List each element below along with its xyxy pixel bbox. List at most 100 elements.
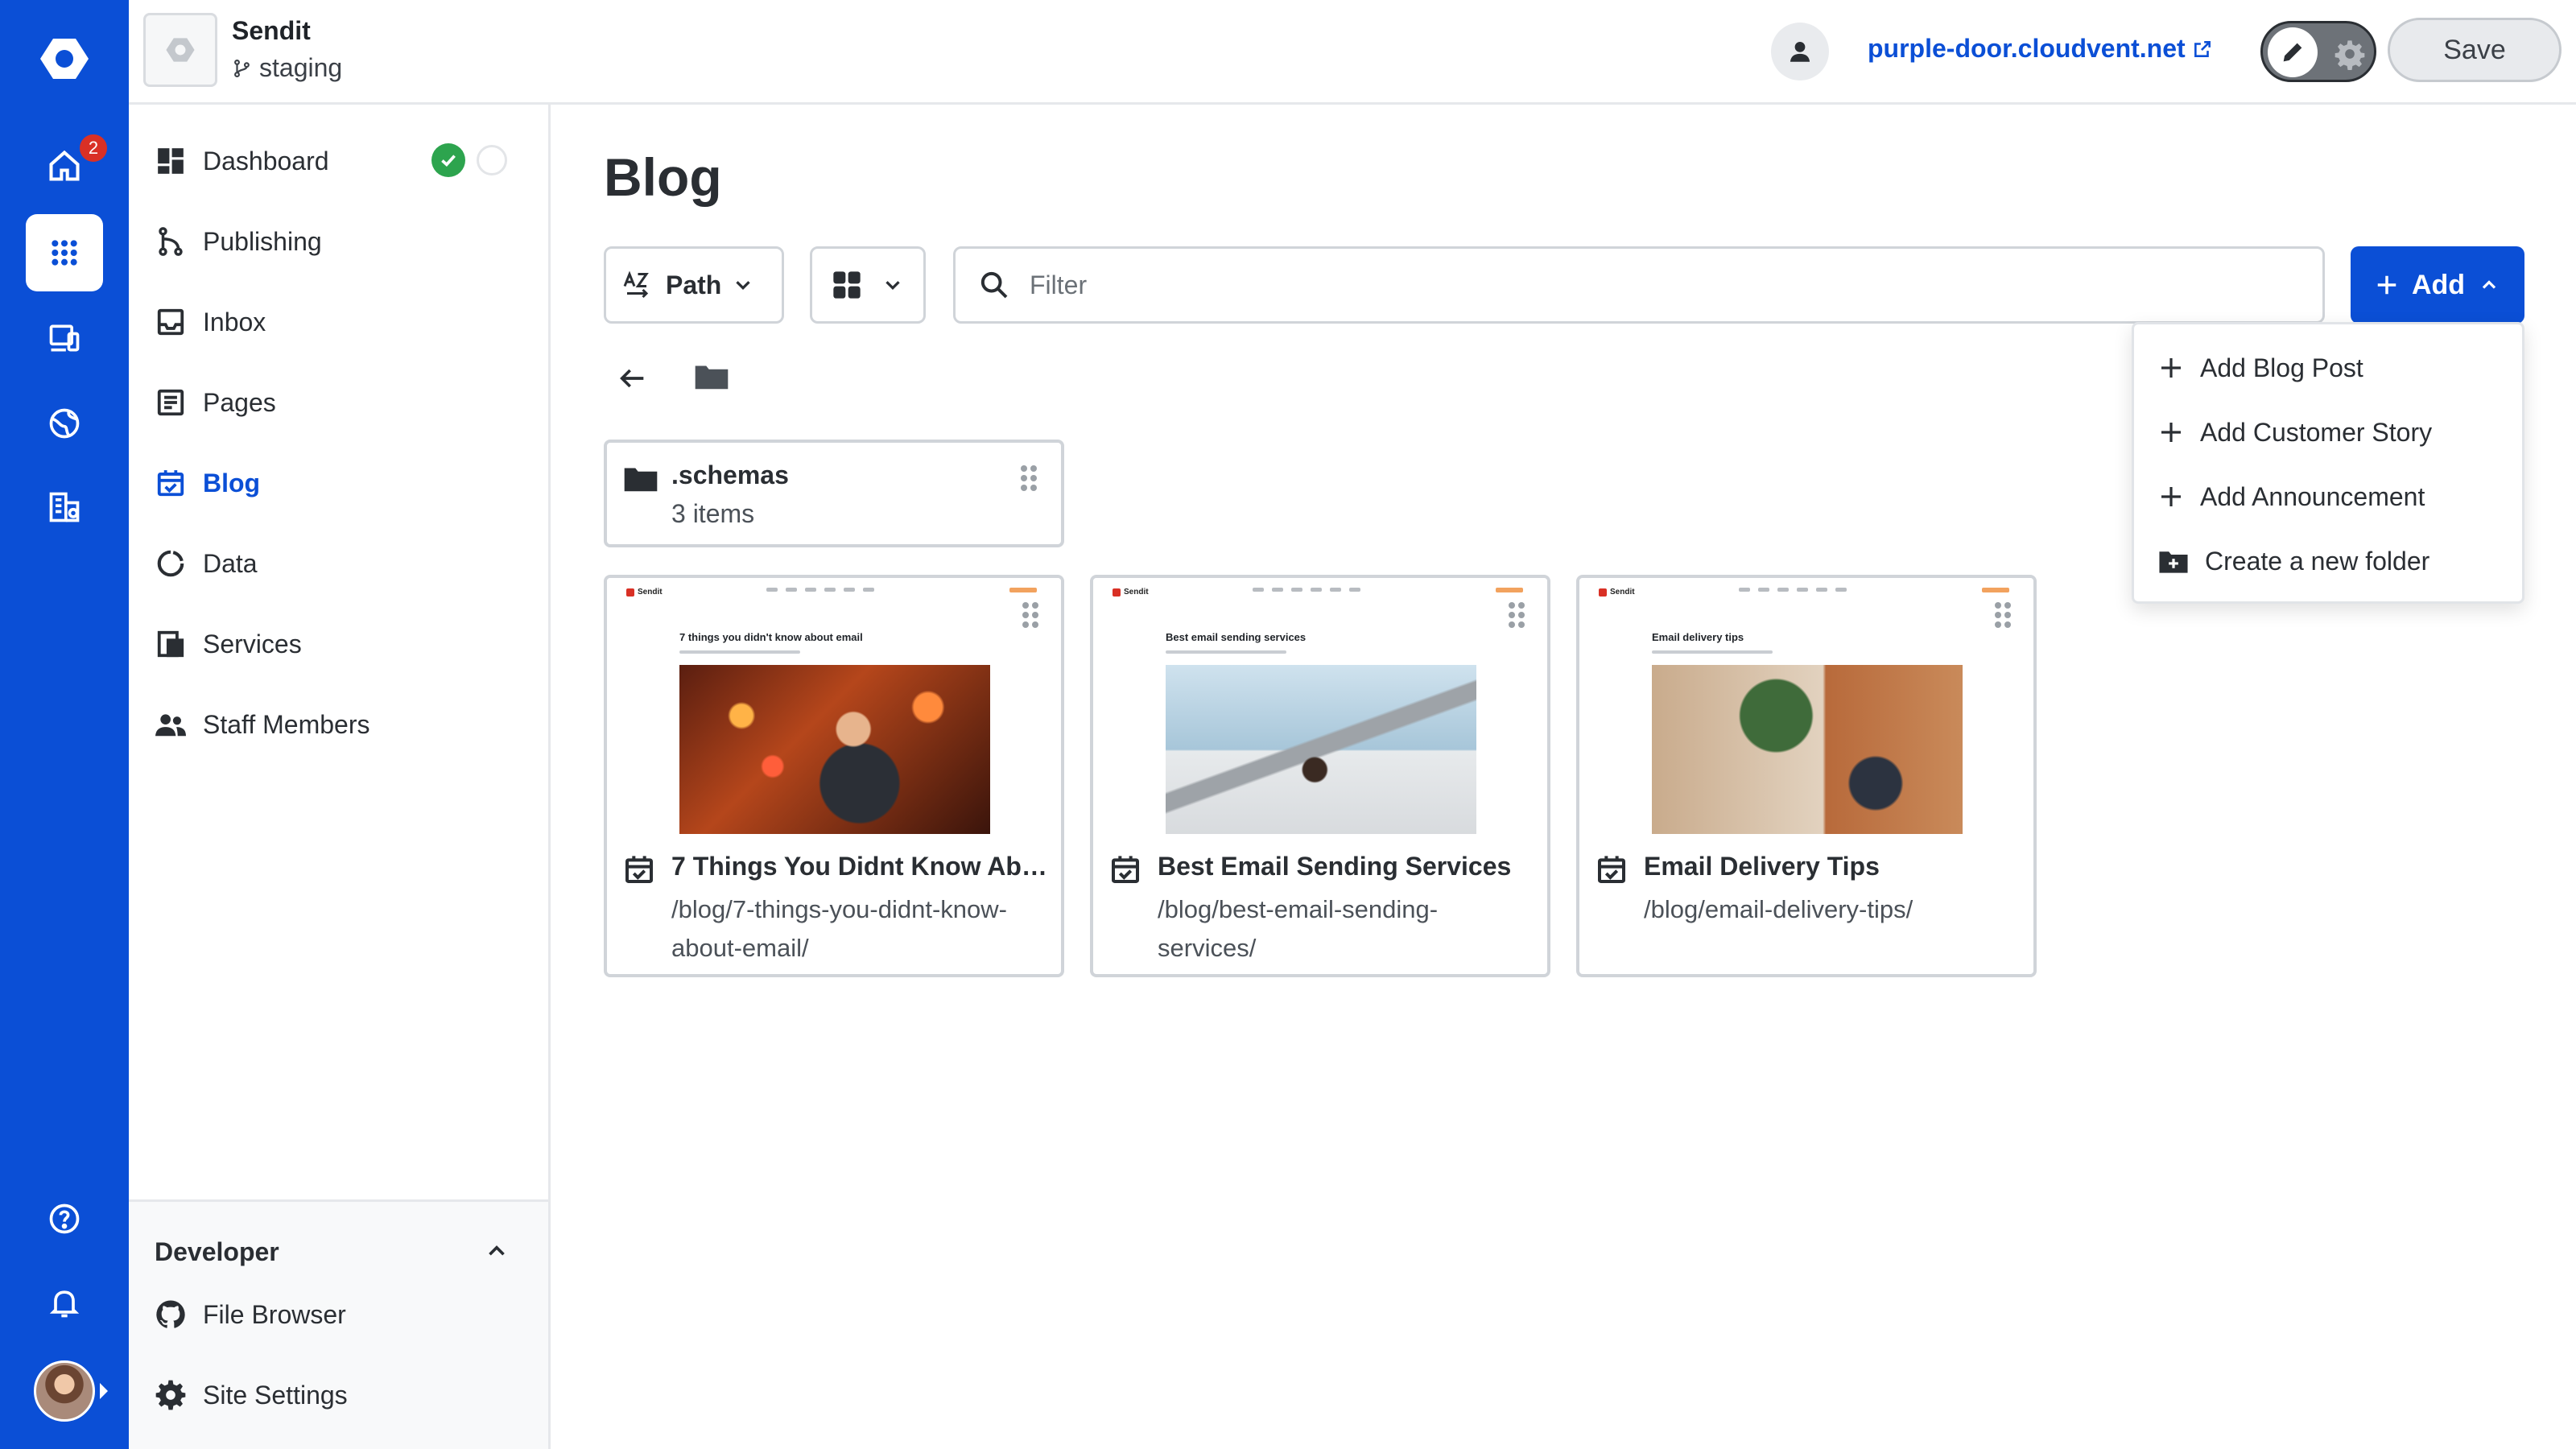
post-path: /blog/email-delivery-tips/ [1644, 895, 1913, 923]
filter-field[interactable] [953, 246, 2325, 324]
main-content: Blog Path Add Add [551, 105, 2576, 1449]
preview-meta [679, 650, 800, 654]
folder-icon[interactable] [694, 361, 729, 393]
filter-input[interactable] [1030, 270, 2237, 300]
sidebar-item-blog[interactable]: Blog [153, 459, 260, 507]
preview-nav [766, 588, 874, 592]
preview-image [679, 665, 990, 834]
sidebar-item-site-settings[interactable]: Site Settings [153, 1371, 348, 1419]
apps-button[interactable] [26, 214, 103, 291]
menu-item-add-blog-post[interactable]: Add Blog Post [2158, 342, 2363, 394]
menu-item-create-folder[interactable]: Create a new folder [2158, 535, 2429, 587]
globe-icon [47, 406, 82, 441]
add-label: Add [2411, 269, 2466, 300]
sidebar-item-file-browser[interactable]: File Browser [153, 1290, 346, 1339]
caret-right-icon[interactable] [100, 1383, 108, 1399]
globe-button[interactable] [26, 385, 103, 462]
sidebar-item-pages[interactable]: Pages [153, 378, 276, 427]
developer-section-title[interactable]: Developer [155, 1237, 279, 1267]
site-url-text: purple-door.cloudvent.net [1868, 34, 2186, 63]
sidebar-item-label: Services [203, 629, 302, 658]
site-thumbnail[interactable] [143, 13, 217, 87]
menu-item-label: Create a new folder [2205, 546, 2430, 576]
sidebar-item-staff-members[interactable]: Staff Members [153, 700, 369, 749]
menu-item-add-customer-story[interactable]: Add Customer Story [2158, 407, 2432, 458]
sidebar-item-dashboard[interactable]: Dashboard [153, 137, 329, 185]
avatar[interactable] [34, 1360, 95, 1422]
buildings-button[interactable] [26, 469, 103, 546]
site-url-link[interactable]: purple-door.cloudvent.net [1868, 34, 2213, 64]
sidebar-item-data[interactable]: Data [153, 539, 258, 588]
menu-item-label: Add Blog Post [2200, 353, 2363, 382]
gear-icon [2334, 38, 2366, 70]
preview-cta [1982, 588, 2009, 592]
branch-name: staging [259, 53, 343, 82]
sidebar: Dashboard Publishing Inbox Pages Blog Da… [129, 105, 551, 1449]
edit-mode-toggle[interactable] [2260, 21, 2376, 82]
menu-item-add-announcement[interactable]: Add Announcement [2158, 471, 2425, 522]
preview-brand: Sendit [1113, 588, 1149, 597]
preview-nav [1739, 588, 1847, 592]
chevron-up-icon[interactable] [483, 1237, 510, 1265]
sidebar-item-label: Inbox [203, 307, 266, 336]
sidebar-item-label: Publishing [203, 226, 322, 256]
help-button[interactable] [26, 1180, 103, 1257]
sort-az-icon [622, 269, 656, 301]
sidebar-item-publishing[interactable]: Publishing [153, 217, 322, 266]
gear-icon [153, 1377, 188, 1413]
app-rail: 2 [0, 0, 129, 1449]
data-icon [153, 546, 188, 581]
calendar-check-icon [1109, 853, 1141, 886]
notifications-button[interactable] [26, 1264, 103, 1341]
services-icon [153, 626, 188, 662]
calendar-check-icon [1596, 853, 1628, 886]
check-circle-icon [431, 143, 465, 177]
chevron-down-icon [731, 273, 755, 297]
help-icon [47, 1201, 82, 1236]
notification-badge: 2 [77, 132, 109, 164]
post-card[interactable]: Sendit Email delivery tips Email Deliver… [1576, 575, 2037, 977]
branch-icon [232, 57, 253, 80]
grid-view-icon [831, 269, 863, 301]
sidebar-item-label: Site Settings [203, 1380, 348, 1410]
devices-icon [47, 320, 82, 356]
preview-meta [1652, 650, 1773, 654]
post-card[interactable]: Sendit Best email sending services Best … [1090, 575, 1550, 977]
preview-image [1166, 665, 1476, 834]
post-card[interactable]: Sendit 7 things you didn't know about em… [604, 575, 1064, 977]
add-button[interactable]: Add [2351, 246, 2524, 324]
apps-icon [48, 237, 80, 269]
sort-button[interactable]: Path [604, 246, 784, 324]
back-arrow-icon[interactable] [617, 362, 649, 394]
folder-card-schemas[interactable]: .schemas 3 items [604, 440, 1064, 547]
preview-title: Email delivery tips [1652, 631, 1744, 643]
sort-label: Path [666, 270, 722, 299]
folder-icon [623, 464, 658, 494]
save-button[interactable]: Save [2388, 18, 2562, 82]
dashboard-icon [153, 143, 188, 179]
devices-button[interactable] [26, 299, 103, 377]
sidebar-item-label: Dashboard [203, 146, 329, 175]
post-title: 7 Things You Didnt Know Abo... [671, 852, 1053, 881]
preview-cta [1009, 588, 1037, 592]
post-preview-thumbnail: Sendit Email delivery tips [1579, 578, 2033, 844]
bell-icon [47, 1285, 82, 1320]
site-name[interactable]: Sendit [232, 16, 311, 46]
preview-brand: Sendit [1599, 588, 1635, 597]
sidebar-item-inbox[interactable]: Inbox [153, 298, 266, 346]
post-path: /blog/7-things-you-didnt-know-about-emai… [671, 895, 1007, 962]
page-title: Blog [604, 147, 722, 207]
people-icon [153, 707, 188, 742]
menu-item-label: Add Customer Story [2200, 417, 2433, 447]
view-mode-button[interactable] [810, 246, 926, 324]
home-icon [47, 148, 82, 184]
developer-section: Developer File Browser Site Settings [129, 1199, 548, 1449]
pencil-icon [2268, 27, 2318, 77]
user-button[interactable] [1771, 23, 1829, 80]
chevron-down-icon [881, 273, 905, 297]
sidebar-item-services[interactable]: Services [153, 620, 302, 668]
search-icon [978, 269, 1010, 301]
logo-icon[interactable] [37, 35, 92, 82]
branch-selector[interactable]: staging [232, 53, 342, 83]
plus-icon [2375, 273, 2399, 297]
